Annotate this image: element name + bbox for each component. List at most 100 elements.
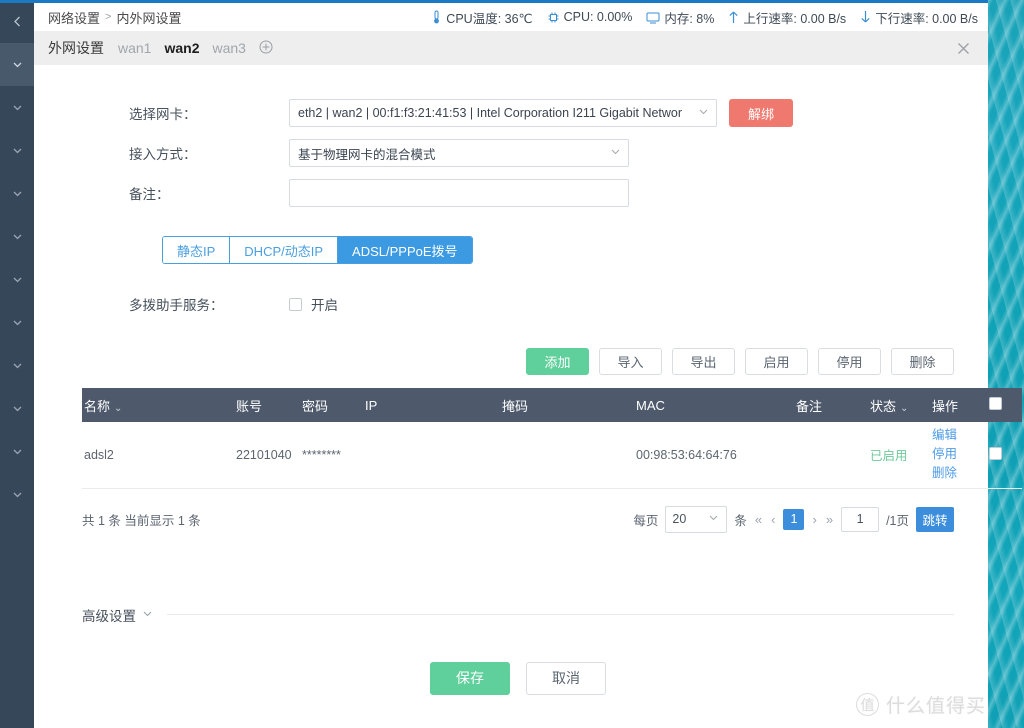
cancel-button[interactable]: 取消 [526, 661, 606, 695]
sidebar-item-4[interactable] [0, 172, 34, 215]
multidial-row: 多拨助手服务： 开启 [34, 290, 988, 318]
tab-pppoe[interactable]: ADSL/PPPoE拨号 [338, 237, 472, 263]
sidebar-item-2[interactable] [0, 86, 34, 129]
cell-mac: 00:98:53:64:64:76 [636, 447, 737, 462]
enable-button[interactable]: 启用 [745, 348, 808, 375]
chevron-down-icon [698, 106, 709, 120]
mode-row: 接入方式： 基于物理网卡的混合模式 [34, 133, 988, 173]
table-row[interactable]: adsl2 22101040 ******** 00:98:53:64:64:7… [82, 422, 1022, 488]
advanced-divider [167, 614, 954, 615]
per-page-prefix: 每页 [633, 513, 659, 528]
nic-select[interactable]: eth2 | wan2 | 00:f1:f3:21:41:53 | Intel … [289, 99, 717, 127]
sidebar-item-active[interactable] [0, 43, 34, 86]
cell-ip [363, 422, 500, 488]
row-checkbox[interactable] [989, 446, 1002, 460]
column-header-status[interactable]: 状态 ⌄ [868, 388, 930, 422]
breadcrumb-separator: > [105, 11, 112, 23]
sidebar-item-11[interactable] [0, 473, 34, 516]
sidebar-item-5[interactable] [0, 215, 34, 258]
download-speed-label: 下行速率: 0.00 B/s [875, 11, 978, 26]
table-header-row: 名称 ⌄ 账号 密码 IP 掩码 MAC 备注 状态 ⌄ 操作 [82, 388, 1022, 422]
page-number-1[interactable]: 1 [783, 508, 805, 530]
sidebar-item-3[interactable] [0, 129, 34, 172]
column-header-status-label: 状态 [870, 398, 897, 414]
column-header-mac: MAC [636, 397, 665, 413]
page-jump-button[interactable]: 跳转 [916, 506, 954, 532]
row-edit-link[interactable]: 编辑 [932, 428, 987, 444]
advanced-settings-toggle[interactable]: 高级设置 [82, 605, 954, 625]
remark-input[interactable] [289, 179, 629, 207]
watermark-logo: 值 [855, 693, 879, 716]
main-content-area: 网络设置 > 内外网设置 外网设置 wan1 wan2 wan3 选择网卡： e… [34, 3, 1022, 728]
tab-dhcp[interactable]: DHCP/动态IP [230, 237, 339, 263]
prev-page-icon[interactable]: ‹ [770, 512, 776, 527]
cpu-temperature-label: CPU温度: 36℃ [446, 11, 533, 26]
sidebar-item-7[interactable] [0, 301, 34, 344]
chevron-down-icon [11, 144, 24, 157]
next-page-icon[interactable]: › [811, 512, 817, 527]
total-pages-label: /1页 [886, 513, 909, 528]
chevron-down-icon [11, 445, 24, 458]
tab-wan2[interactable]: wan2 [164, 40, 199, 56]
watermark: 值 什么值得买 [855, 691, 986, 718]
breadcrumb-root[interactable]: 网络设置 [48, 8, 100, 27]
delete-button[interactable]: 删除 [891, 348, 954, 375]
select-all-checkbox[interactable] [989, 397, 1002, 410]
mode-label: 接入方式： [129, 147, 197, 162]
chevron-down-icon [11, 58, 24, 71]
pagination-summary: 共 1 条 当前显示 1 条 [82, 513, 201, 528]
sidebar-item-8[interactable] [0, 344, 34, 387]
column-header-name[interactable]: 名称 ⌄ [82, 388, 234, 422]
connection-type-tabs: 静态IP DHCP/动态IP ADSL/PPPoE拨号 [162, 236, 473, 264]
cpu-usage-status: CPU: 0.00% [547, 10, 633, 24]
column-header-select-all[interactable] [987, 388, 1022, 422]
per-page-select[interactable]: 20 [665, 505, 728, 533]
page-jump-input[interactable]: 1 [841, 506, 880, 532]
close-icon[interactable] [957, 31, 970, 65]
chevron-down-icon [708, 512, 719, 526]
column-header-account: 账号 [236, 398, 263, 414]
sidebar-item-10[interactable] [0, 430, 34, 473]
cpu-usage-label: CPU: 0.00% [563, 10, 633, 24]
export-button[interactable]: 导出 [672, 348, 735, 375]
arrow-up-icon [728, 10, 739, 24]
column-header-operations: 操作 [932, 398, 959, 414]
nic-row: 选择网卡： eth2 | wan2 | 00:f1:f3:21:41:53 | … [34, 93, 988, 133]
chevron-down-icon [610, 146, 621, 160]
sidebar-item-9[interactable] [0, 387, 34, 430]
add-button[interactable]: 添加 [526, 348, 589, 375]
cell-mask [500, 422, 634, 488]
column-header-remark: 备注 [796, 398, 823, 414]
table-action-bar: 添加 导入 导出 启用 停用 删除 [34, 348, 954, 375]
sidebar-item-6[interactable] [0, 258, 34, 301]
chevron-down-icon [11, 316, 24, 329]
multidial-label: 多拨助手服务： [129, 298, 224, 313]
upload-speed-status: 上行速率: 0.00 B/s [728, 8, 846, 27]
plus-circle-icon[interactable] [259, 40, 273, 56]
chevron-down-icon [11, 402, 24, 415]
unbind-button[interactable]: 解绑 [729, 99, 793, 127]
access-mode-select[interactable]: 基于物理网卡的混合模式 [289, 139, 629, 167]
chevron-left-icon [11, 15, 24, 28]
import-button[interactable]: 导入 [599, 348, 662, 375]
panel-header: 外网设置 wan1 wan2 wan3 [34, 31, 988, 65]
tab-wan3[interactable]: wan3 [212, 40, 245, 56]
system-status-bar: CPU温度: 36℃ CPU: 0.00% 内存: 8% 上行速率: 0.00 … [420, 3, 988, 31]
nic-select-value: eth2 | wan2 | 00:f1:f3:21:41:53 | Intel … [298, 106, 683, 120]
cell-remark [794, 422, 868, 488]
sidebar-collapse-toggle[interactable] [0, 0, 34, 43]
disable-button[interactable]: 停用 [818, 348, 881, 375]
save-button[interactable]: 保存 [430, 661, 510, 695]
chevron-down-icon [11, 187, 24, 200]
cell-select [987, 422, 1022, 488]
first-page-icon[interactable]: « [754, 512, 763, 527]
row-delete-link[interactable]: 删除 [932, 466, 987, 482]
column-header-password: 密码 [302, 398, 329, 414]
monitor-icon [646, 11, 660, 24]
wan-settings-form: 选择网卡： eth2 | wan2 | 00:f1:f3:21:41:53 | … [34, 65, 988, 318]
row-disable-link[interactable]: 停用 [932, 447, 987, 463]
multidial-checkbox[interactable] [289, 297, 302, 311]
tab-static-ip[interactable]: 静态IP [163, 237, 231, 263]
tab-wan1[interactable]: wan1 [118, 40, 151, 56]
last-page-icon[interactable]: » [825, 512, 834, 527]
